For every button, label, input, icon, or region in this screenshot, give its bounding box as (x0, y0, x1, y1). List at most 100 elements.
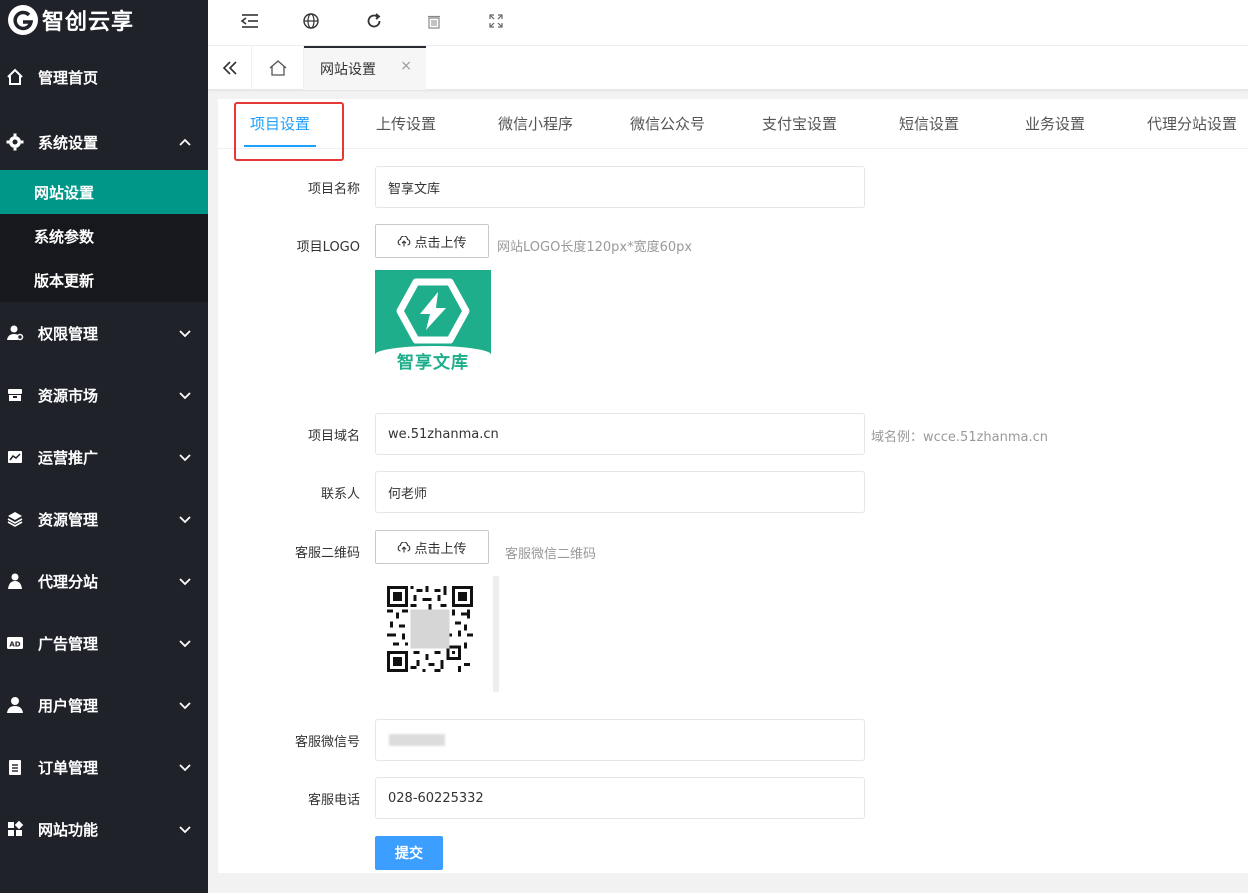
upload-label: 点击上传 (414, 541, 467, 557)
subtab-business-settings[interactable]: 业务设置 (1025, 113, 1085, 134)
double-chevron-left-icon[interactable] (208, 46, 252, 90)
sidebar-item-permissions[interactable]: 权限管理 (0, 302, 208, 364)
upload-label: 点击上传 (414, 235, 467, 251)
subtab-wechat-miniprogram[interactable]: 微信小程序 (498, 113, 573, 134)
close-icon[interactable]: × (400, 58, 412, 74)
sidebar-item-label: 用户管理 (38, 696, 99, 715)
chevron-down-icon (179, 516, 191, 524)
submit-button[interactable]: 提交 (375, 836, 443, 870)
user-key-icon (6, 324, 24, 342)
sidebar-subitem-version-update[interactable]: 版本更新 (0, 258, 208, 302)
logo-preview-image: 智享文库 (375, 270, 491, 376)
svg-text:AD: AD (9, 641, 20, 649)
sidebar-item-home[interactable]: 管理首页 (0, 40, 208, 114)
home-outline-icon[interactable] (252, 46, 304, 90)
brand-logo[interactable]: 智创云享 (0, 0, 208, 40)
sidebar-item-resource-market[interactable]: 资源市场 (0, 364, 208, 426)
tab-website-settings[interactable]: 网站设置 × (304, 46, 426, 90)
highlight-box (234, 102, 344, 161)
logo-preview-text: 智享文库 (397, 353, 469, 373)
grid-icon (6, 820, 24, 838)
sidebar-item-label: 管理首页 (38, 68, 99, 87)
sidebar-item-ads[interactable]: AD 广告管理 (0, 612, 208, 674)
sidebar: 智创云享 管理首页 系统设置 网站设置 系统参数 版本更新 权限管理 资源市场 (0, 0, 208, 893)
chevron-down-icon (179, 640, 191, 648)
logo-preview-banner: 智享文库 (375, 346, 491, 376)
service-phone-input[interactable] (375, 777, 865, 819)
subtab-wechat-official[interactable]: 微信公众号 (630, 113, 705, 134)
chevron-down-icon (179, 764, 191, 772)
sidebar-item-label: 订单管理 (38, 758, 99, 777)
sidebar-item-orders[interactable]: 订单管理 (0, 736, 208, 798)
chevron-down-icon (179, 454, 191, 462)
chevron-down-icon (179, 392, 191, 400)
redacted-wechat-id (389, 734, 445, 746)
system-settings-submenu: 网站设置 系统参数 版本更新 (0, 170, 208, 302)
sidebar-subitem-website-settings[interactable]: 网站设置 (0, 170, 208, 214)
sidebar-item-label: 系统设置 (38, 133, 99, 152)
chevron-down-icon (179, 578, 191, 586)
home-icon (6, 68, 24, 86)
sidebar-item-label: 资源管理 (38, 510, 99, 529)
chevron-down-icon (179, 826, 191, 834)
project-logo-label: 项目LOGO (296, 240, 360, 255)
domain-example-hint: 域名例：wcce.51zhanma.cn (871, 430, 1049, 445)
project-name-label: 项目名称 (307, 182, 360, 197)
brand-name: 智创云享 (42, 10, 135, 35)
cloud-upload-icon (398, 235, 411, 246)
logo-preview-icon (396, 278, 470, 344)
logo-upload-button[interactable]: 点击上传 (375, 224, 489, 258)
sidebar-item-site-functions[interactable]: 网站功能 (0, 798, 208, 860)
globe-icon[interactable] (300, 10, 322, 32)
subtab-sms-settings[interactable]: 短信设置 (899, 113, 959, 134)
logo-size-hint: 网站LOGO长度120px*宽度60px (497, 240, 693, 255)
contact-input[interactable] (375, 471, 865, 513)
project-domain-label: 项目域名 (307, 429, 360, 444)
collapse-menu-icon[interactable] (239, 10, 261, 32)
sidebar-subitem-system-params[interactable]: 系统参数 (0, 214, 208, 258)
chevron-up-icon (179, 138, 191, 146)
sidebar-item-label: 资源市场 (38, 386, 99, 405)
sidebar-item-label: 权限管理 (38, 324, 99, 343)
sidebar-item-label: 网站功能 (38, 820, 99, 839)
sidebar-item-system-settings[interactable]: 系统设置 (0, 114, 208, 170)
qr-code-image (387, 586, 473, 672)
ad-icon: AD (6, 634, 24, 652)
sidebar-item-users[interactable]: 用户管理 (0, 674, 208, 736)
chevron-down-icon (179, 330, 191, 338)
sidebar-item-label: 广告管理 (38, 634, 99, 653)
subtab-agent-site-settings[interactable]: 代理分站设置 (1147, 113, 1237, 134)
fullscreen-icon[interactable] (485, 10, 507, 32)
store-icon (6, 386, 24, 404)
tab-label: 网站设置 (320, 62, 376, 78)
qr-upload-button[interactable]: 点击上传 (375, 530, 489, 564)
trash-icon[interactable] (423, 10, 445, 32)
sidebar-item-operations[interactable]: 运营推广 (0, 426, 208, 488)
top-toolbar (208, 0, 1248, 46)
service-wechat-label: 客服微信号 (294, 735, 360, 750)
subtab-alipay-settings[interactable]: 支付宝设置 (762, 113, 837, 134)
chart-box-icon (6, 448, 24, 466)
qr-hint: 客服微信二维码 (505, 547, 597, 562)
service-qr-label: 客服二维码 (294, 546, 360, 561)
tab-strip: 网站设置 × (208, 46, 1248, 90)
layers-icon (6, 510, 24, 528)
gear-icon (6, 133, 24, 151)
qr-code-preview (375, 576, 499, 692)
brand-g-icon (8, 5, 38, 35)
cloud-upload-icon (398, 541, 411, 552)
settings-card: 项目设置 上传设置 微信小程序 微信公众号 支付宝设置 短信设置 业务设置 代理… (218, 99, 1248, 873)
settings-subtabs: 项目设置 上传设置 微信小程序 微信公众号 支付宝设置 短信设置 业务设置 代理… (218, 99, 1248, 161)
project-domain-input[interactable] (375, 413, 865, 455)
clipboard-icon (6, 758, 24, 776)
subtab-upload-settings[interactable]: 上传设置 (376, 113, 436, 134)
sidebar-item-agent-site[interactable]: 代理分站 (0, 550, 208, 612)
sidebar-item-resource-management[interactable]: 资源管理 (0, 488, 208, 550)
service-wechat-input[interactable] (375, 719, 865, 761)
project-name-input[interactable] (375, 166, 865, 208)
refresh-icon[interactable] (363, 10, 385, 32)
user-icon (6, 696, 24, 714)
users-icon (6, 572, 24, 590)
sidebar-item-label: 运营推广 (38, 448, 99, 467)
service-phone-label: 客服电话 (307, 793, 360, 808)
